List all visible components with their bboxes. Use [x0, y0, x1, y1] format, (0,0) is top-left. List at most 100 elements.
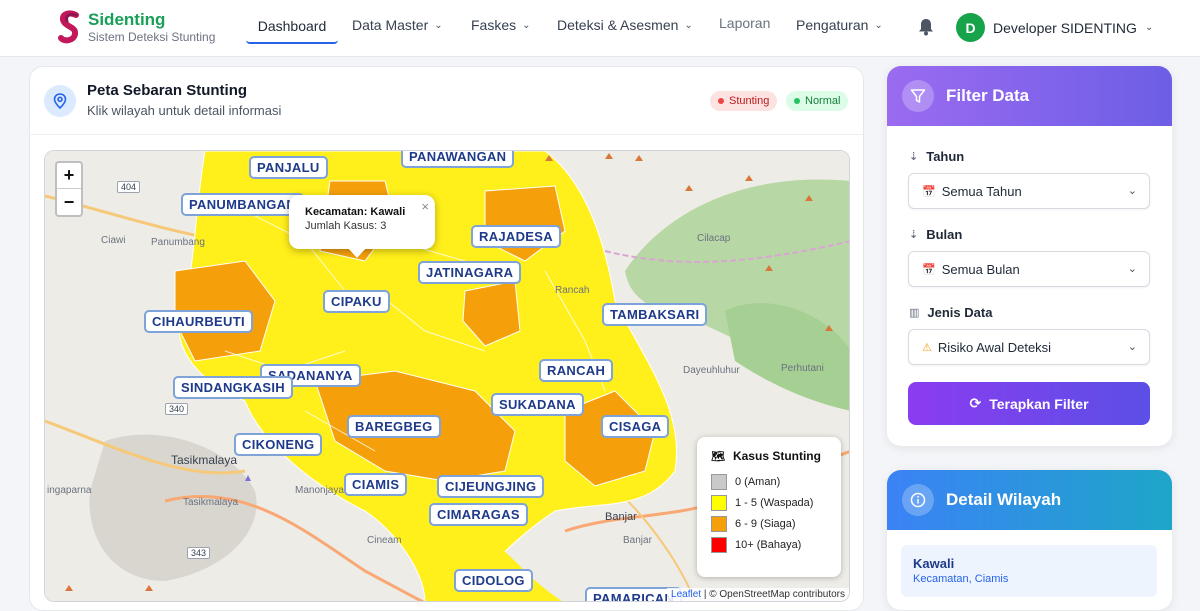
region-label-cijeungjing[interactable]: CIJEUNGJING [437, 475, 545, 498]
nav-data-master[interactable]: Data Master ⌄ [352, 17, 443, 33]
warning-icon: ⚠ [922, 341, 932, 354]
road-number: 404 [117, 181, 141, 193]
nav-laporan-label: Laporan [719, 15, 771, 31]
region-label-sukadana[interactable]: SUKADANA [491, 393, 584, 416]
map-place-text: Cineam [367, 535, 402, 546]
tahun-label: ⇣ Tahun [909, 149, 964, 164]
tahun-select-value: Semua Tahun [941, 183, 1022, 199]
attribution-text: | © OpenStreetMap contributors [701, 589, 845, 600]
stunting-map[interactable]: Ciawi Panumbang Tasikmalaya ingaparna Ma… [44, 150, 850, 602]
map-place-text: Ciawi [101, 235, 126, 246]
detail-card: Detail Wilayah Kawali Kecamatan, Ciamis [887, 470, 1172, 610]
region-label-cipaku[interactable]: CIPAKU [323, 290, 390, 313]
dot-icon [794, 98, 800, 104]
legend-label: 1 - 5 (Waspada) [735, 496, 814, 509]
apply-filter-button[interactable]: ⟳ Terapkan Filter [908, 382, 1150, 425]
detail-region-sub: Kecamatan, Ciamis [913, 573, 1009, 585]
map-pin-icon [44, 85, 76, 117]
bell-icon[interactable] [918, 18, 934, 36]
jenis-select-value: Risiko Awal Deteksi [937, 339, 1052, 355]
map-popup: Kecamatan: Kawali Jumlah Kasus: 3 × [289, 195, 435, 249]
calendar-icon: 📅 [922, 263, 936, 276]
chevron-down-icon: ⌄ [1127, 341, 1137, 353]
legend-label: 10+ (Bahaya) [735, 538, 802, 551]
nav-faskes[interactable]: Faskes ⌄ [471, 17, 531, 33]
nav-deteksi[interactable]: Deteksi & Asesmen ⌄ [557, 17, 693, 33]
map-place-text: Banjar [623, 535, 652, 546]
filter-icon [902, 80, 934, 112]
nav-pengaturan[interactable]: Pengaturan ⌄ [796, 17, 883, 33]
bulan-select[interactable]: 📅 Semua Bulan ⌄ [908, 251, 1150, 287]
region-label-rajadesa[interactable]: RAJADESA [471, 225, 561, 248]
map-place-text: Panumbang [151, 237, 205, 248]
map-place-text: Banjar [605, 511, 637, 523]
region-label-cikoneng[interactable]: CIKONENG [234, 433, 323, 456]
map-place-text: Manonjaya [295, 485, 344, 496]
map-place-text: Perhutani [781, 363, 824, 374]
user-menu[interactable]: D Developer SIDENTING ⌄ [956, 13, 1153, 42]
road-number: 340 [165, 403, 189, 415]
detail-header: Detail Wilayah [887, 470, 1172, 530]
filter-header: Filter Data [887, 66, 1172, 126]
apply-filter-label: Terapkan Filter [989, 395, 1089, 412]
region-label-baregbeg[interactable]: BAREGBEG [347, 415, 441, 438]
user-name: Developer SIDENTING [993, 19, 1137, 36]
chevron-down-icon: ⌄ [1127, 185, 1137, 197]
legend-swatch [711, 494, 727, 511]
badge-label: Normal [805, 95, 841, 107]
nav-dashboard[interactable]: Dashboard [246, 10, 338, 44]
nav-pengaturan-label: Pengaturan [796, 17, 869, 33]
region-label-panumbangan[interactable]: PANUMBANGAN [181, 193, 305, 216]
chart-bar-icon: ▥ [909, 307, 920, 319]
region-label-ciamis[interactable]: CIAMIS [344, 473, 408, 496]
bulan-label-text: Bulan [926, 227, 963, 242]
popup-jumlah-kasus: Jumlah Kasus: 3 [305, 220, 387, 232]
region-label-sindangkasih[interactable]: SINDANGKASIH [173, 376, 293, 399]
map-title: Peta Sebaran Stunting [87, 82, 248, 99]
map-subtitle: Klik wilayah untuk detail informasi [87, 103, 282, 118]
map-card-header: Peta Sebaran Stunting Klik wilayah untuk… [30, 67, 863, 135]
nav-laporan[interactable]: Laporan [719, 15, 770, 31]
chevron-down-icon: ⌄ [684, 19, 693, 31]
region-label-cimaragas[interactable]: CIMARAGAS [429, 503, 528, 526]
refresh-icon: ⟳ [969, 395, 982, 411]
popup-tip [348, 248, 366, 258]
map-place-text: Dayeuhluhur [683, 365, 740, 376]
top-navbar: Sidenting Sistem Deteksi Stunting Dashbo… [0, 0, 1200, 57]
region-label-panjalu[interactable]: PANJALU [249, 156, 328, 179]
region-label-cisaga[interactable]: CISAGA [601, 415, 670, 438]
chevron-down-icon: ⌄ [522, 19, 531, 31]
tahun-select[interactable]: 📅 Semua Tahun ⌄ [908, 173, 1150, 209]
jenis-data-select[interactable]: ⚠ Risiko Awal Deteksi ⌄ [908, 329, 1150, 365]
region-label-rancah[interactable]: RANCAH [539, 359, 614, 382]
close-icon[interactable]: × [421, 199, 429, 214]
brand[interactable]: Sidenting Sistem Deteksi Stunting [56, 10, 215, 44]
popup-kecamatan: Kecamatan: Kawali [305, 206, 406, 218]
nav-dashboard-label: Dashboard [257, 18, 327, 34]
detail-region-name: Kawali [913, 556, 955, 571]
map-legend: 🗺 Kasus Stunting 0 (Aman) 1 - 5 (Waspada… [697, 437, 841, 577]
region-label-cidolog[interactable]: CIDOLOG [454, 569, 533, 592]
region-label-panawangan[interactable]: PANAWANGAN [401, 151, 515, 168]
calendar-icon: 📅 [922, 185, 936, 198]
map-attribution: Leaflet | © OpenStreetMap contributors [667, 588, 849, 601]
zoom-out-button[interactable]: − [57, 189, 81, 215]
jenis-data-label: ▥ Jenis Data [909, 305, 992, 320]
legend-title: 🗺 Kasus Stunting [711, 449, 841, 463]
chevron-down-icon: ⌄ [434, 19, 443, 31]
chevron-down-icon: ⌄ [874, 19, 883, 31]
jenis-label-text: Jenis Data [927, 305, 993, 320]
legend-label: 0 (Aman) [735, 475, 781, 488]
legend-item: 10+ (Bahaya) [711, 534, 841, 555]
bulan-label: ⇣ Bulan [909, 227, 962, 242]
bulan-select-value: Semua Bulan [941, 261, 1020, 277]
leaflet-link[interactable]: Leaflet [671, 589, 701, 600]
zoom-in-button[interactable]: + [57, 163, 81, 189]
region-label-cihaurbeuti[interactable]: CIHAURBEUTI [144, 310, 253, 333]
detail-title: Detail Wilayah [946, 490, 1062, 509]
legend-item: 0 (Aman) [711, 471, 841, 492]
chevron-down-icon: ⌄ [1144, 22, 1154, 33]
region-label-tambaksari[interactable]: TAMBAKSARI [602, 303, 708, 326]
nav-data-master-label: Data Master [352, 17, 429, 33]
region-label-jatinagara[interactable]: JATINAGARA [418, 261, 522, 284]
